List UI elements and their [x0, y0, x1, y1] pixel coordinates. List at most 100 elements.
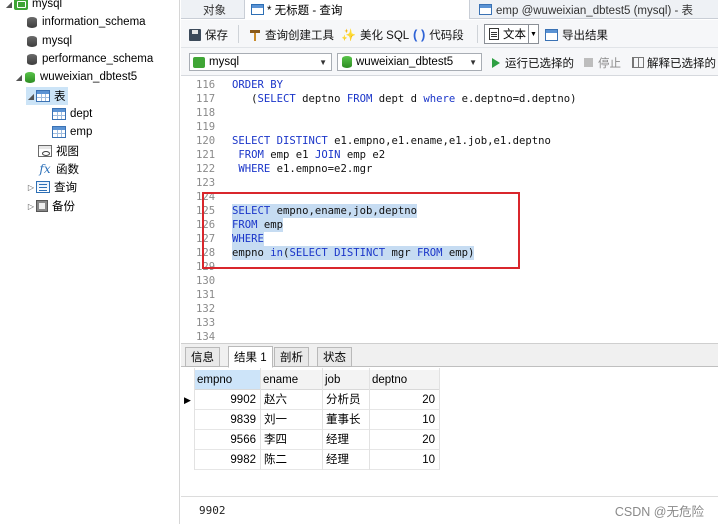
connection-select[interactable]: mysql ▼: [189, 53, 332, 71]
queries-label: 查询: [54, 182, 77, 194]
text-mode-button[interactable]: 文本 ▼: [484, 24, 539, 44]
grid-cell[interactable]: 刘一: [260, 410, 322, 430]
column-header-deptno[interactable]: deptno: [369, 370, 439, 390]
editor-line[interactable]: 119: [181, 120, 718, 134]
grid-column-divider: [194, 368, 195, 470]
db-label: performance_schema: [42, 53, 154, 65]
grid-cell[interactable]: 李四: [260, 430, 322, 450]
run-selected-button[interactable]: 运行已选择的: [492, 54, 574, 71]
grid-cell[interactable]: 陈二: [260, 450, 322, 470]
beautify-sql-button[interactable]: ✨ 美化 SQL: [341, 26, 409, 43]
grid-column-divider: [260, 368, 261, 470]
line-number: 130: [196, 275, 216, 287]
tree-db-mysql[interactable]: mysql: [26, 32, 72, 50]
tree-db-information-schema[interactable]: information_schema: [26, 13, 146, 31]
grid-cell[interactable]: 董事长: [322, 410, 369, 430]
database-icon: [26, 16, 38, 29]
code-text: SELECT DISTINCT e1.empno,e1.ename,e1.job…: [232, 135, 551, 147]
database-select[interactable]: wuweixian_dbtest5 ▼: [337, 53, 482, 71]
tree-functions[interactable]: fx 函数: [38, 160, 79, 178]
tree-queries[interactable]: ▷ 查询: [26, 178, 77, 196]
tab-status[interactable]: 状态: [317, 347, 352, 367]
grid-column-divider: [369, 368, 370, 470]
query-icon: [251, 4, 264, 15]
chevron-down-icon[interactable]: ◢: [26, 92, 36, 101]
line-number: 118: [196, 107, 216, 119]
column-header-empno[interactable]: empno: [194, 370, 260, 390]
editor-line[interactable]: 123: [181, 176, 718, 190]
grid-cell[interactable]: 9566: [194, 430, 260, 450]
export-icon: [545, 28, 558, 41]
editor-line[interactable]: 131: [181, 288, 718, 302]
tree-views[interactable]: 视图: [38, 142, 79, 160]
editor-line[interactable]: 118: [181, 106, 718, 120]
tab-emp-table[interactable]: emp @wuweixian_dbtest5 (mysql) - 表: [473, 0, 699, 19]
connection-icon: [14, 0, 28, 10]
sql-keyword: FROM: [238, 149, 264, 161]
editor-line[interactable]: 133: [181, 316, 718, 330]
tab-profile[interactable]: 剖析: [274, 347, 309, 367]
code-text: (SELECT deptno FROM dept d where e.deptn…: [232, 93, 577, 105]
line-number: 133: [196, 317, 216, 329]
chevron-down-icon[interactable]: ◢: [4, 0, 14, 9]
sql-keyword: DISTINCT: [276, 135, 328, 147]
stop-button[interactable]: 停止: [584, 54, 621, 71]
grid-cell[interactable]: 9982: [194, 450, 260, 470]
grid-cell[interactable]: 赵六: [260, 390, 322, 410]
text-mode-label: 文本: [503, 29, 526, 41]
current-row-arrow-icon: ▶: [184, 395, 191, 405]
grid-cell[interactable]: 9839: [194, 410, 260, 430]
chevron-right-icon[interactable]: ▷: [26, 202, 36, 211]
query-builder-label: 查询创建工具: [265, 29, 334, 42]
query-builder-button[interactable]: 查询创建工具: [249, 26, 334, 43]
tree-tables[interactable]: ◢ 表: [26, 87, 68, 105]
tree-backups[interactable]: ▷ 备份: [26, 197, 75, 215]
editor-line[interactable]: 130: [181, 274, 718, 288]
tree-db-performance-schema[interactable]: performance_schema: [26, 50, 153, 68]
grid-cell[interactable]: 20: [369, 430, 439, 450]
result-grid[interactable]: empno ename job deptno ▶ 9902 赵六 分析员 20 9839 刘一 董事长…: [181, 368, 718, 491]
chevron-right-icon[interactable]: ▷: [26, 183, 36, 192]
editor-line[interactable]: 116 ORDER BY: [181, 78, 718, 92]
editor-line[interactable]: 120 SELECT DISTINCT e1.empno,e1.ename,e1.…: [181, 134, 718, 148]
hammer-icon: [249, 29, 261, 41]
grid-cell[interactable]: 经理: [322, 430, 369, 450]
grid-cell[interactable]: 经理: [322, 450, 369, 470]
tab-query[interactable]: * 无标题 - 查询: [244, 0, 470, 19]
tree-connection-mysql[interactable]: ◢ mysql: [4, 0, 62, 13]
code-snippet-button[interactable]: ( ) 代码段: [413, 26, 464, 43]
grid-cell[interactable]: 9902: [194, 390, 260, 410]
chevron-down-icon[interactable]: ◢: [14, 73, 24, 82]
grid-cell[interactable]: 分析员: [322, 390, 369, 410]
editor-line[interactable]: 117 (SELECT deptno FROM dept d where e.d…: [181, 92, 718, 106]
grid-cell[interactable]: 10: [369, 450, 439, 470]
chevron-down-icon[interactable]: ▼: [528, 25, 538, 43]
column-header-ename[interactable]: ename: [260, 370, 322, 390]
editor-toolbar: 保存 查询创建工具 ✨ 美化 SQL ( ) 代码段 文本 ▼ 导出结果: [181, 20, 718, 48]
column-header-job[interactable]: job: [322, 370, 369, 390]
editor-line[interactable]: 122 WHERE e1.empno=e2.mgr: [181, 162, 718, 176]
run-selected-label: 运行已选择的: [505, 57, 574, 70]
code-text: WHERE e1.empno=e2.mgr: [238, 163, 373, 175]
connection-icon: [193, 56, 205, 68]
explain-selected-button[interactable]: 解释已选择的: [632, 54, 716, 71]
magic-wand-icon: ✨: [341, 27, 356, 42]
editor-line[interactable]: 134: [181, 330, 718, 342]
tab-result-1[interactable]: 结果 1: [228, 346, 273, 368]
tab-label: 状态: [323, 352, 346, 364]
grid-cell[interactable]: 10: [369, 410, 439, 430]
tab-label: 结果 1: [234, 352, 267, 364]
line-number: 117: [196, 93, 216, 105]
tab-objects[interactable]: 对象: [197, 0, 232, 19]
tree-table-dept[interactable]: dept: [52, 105, 92, 123]
tab-info[interactable]: 信息: [185, 347, 220, 367]
tab-label: 信息: [191, 352, 214, 364]
export-results-button[interactable]: 导出结果: [545, 26, 608, 43]
save-button[interactable]: 保存: [189, 26, 228, 43]
grid-cell[interactable]: 20: [369, 390, 439, 410]
tree-table-emp[interactable]: emp: [52, 123, 92, 141]
editor-line[interactable]: 132: [181, 302, 718, 316]
editor-line[interactable]: 121 FROM emp e1 JOIN emp e2: [181, 148, 718, 162]
tree-db-wuweixian-dbtest5[interactable]: ◢ wuweixian_dbtest5: [14, 68, 137, 86]
functions-label: 函数: [56, 164, 79, 176]
